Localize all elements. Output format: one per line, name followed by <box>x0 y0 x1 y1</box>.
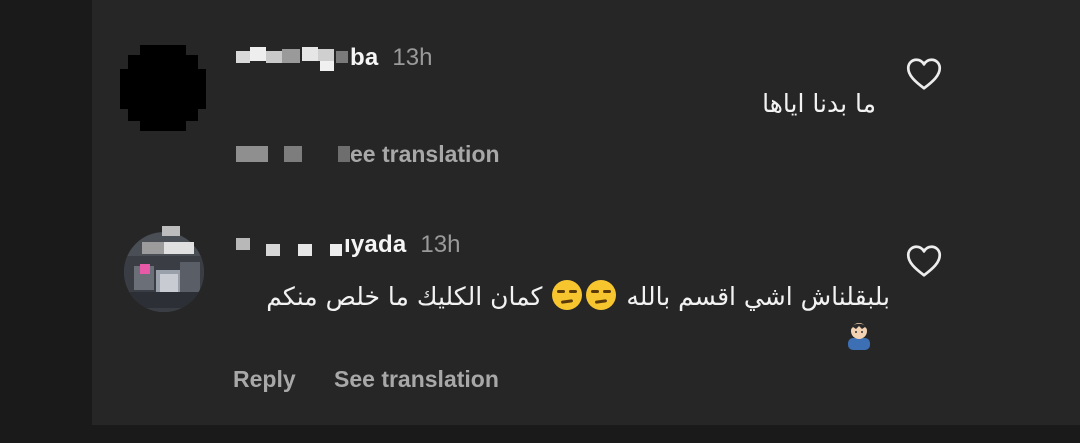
reply-redaction <box>284 146 302 162</box>
reply-redaction <box>338 146 350 162</box>
comment-text: بلبقلناش اشي اقسم بالله كمان الكليك ما خ… <box>266 280 890 311</box>
avatar[interactable] <box>120 45 206 131</box>
see-translation-button[interactable]: See translation <box>334 366 499 393</box>
username-redaction <box>236 43 350 73</box>
heart-icon[interactable] <box>906 57 942 91</box>
avatar[interactable] <box>122 226 206 312</box>
timestamp: 13h <box>420 231 461 258</box>
comment-text: ما بدنا اياها <box>762 89 876 118</box>
username-redaction <box>236 230 344 260</box>
comment-header: ıyada 13h <box>236 230 460 260</box>
username[interactable]: ıyada <box>344 231 406 259</box>
comment-text-part: كمان الكليك ما خلص منكم <box>266 282 543 311</box>
reply-button[interactable]: Reply <box>233 366 296 393</box>
comment-text-part: بلبقلناش اشي اقسم بالله <box>626 282 890 311</box>
heart-icon[interactable] <box>906 244 942 278</box>
see-translation-button[interactable]: ee translation <box>350 141 500 168</box>
reply-redaction <box>236 146 268 162</box>
timestamp: 13h <box>392 44 433 71</box>
username[interactable]: ba <box>350 44 378 72</box>
unamused-face-emoji <box>586 280 617 310</box>
comment-header: ba 13h <box>236 43 432 73</box>
unamused-face-emoji <box>552 280 583 310</box>
person-emoji <box>844 318 874 350</box>
